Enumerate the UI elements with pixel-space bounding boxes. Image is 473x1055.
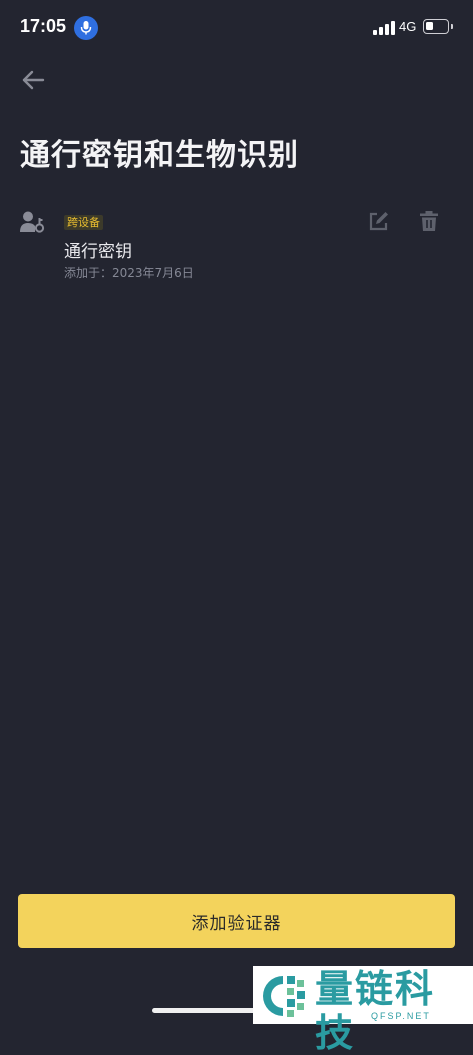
passkey-name: 通行密钥 — [64, 242, 132, 262]
add-authenticator-button[interactable]: 添加验证器 — [18, 894, 455, 948]
network-type: 4G — [399, 19, 417, 34]
edit-icon — [369, 212, 388, 231]
watermark-site: QFSP.NET — [371, 1011, 431, 1021]
trash-icon — [420, 211, 438, 231]
status-time: 17:05 — [20, 16, 67, 36]
cross-device-tag: 跨设备 — [64, 215, 103, 230]
passkey-item: 跨设备 通行密钥 添加于：2023年7月6日 — [0, 200, 473, 290]
back-button[interactable] — [18, 66, 48, 94]
watermark: 量链科技 QFSP.NET — [253, 966, 473, 1055]
microphone-icon — [74, 16, 98, 40]
passkey-added-date: 添加于：2023年7月6日 — [64, 266, 194, 280]
signal-strength-icon — [373, 21, 395, 35]
edit-button[interactable] — [368, 210, 392, 234]
battery-icon — [423, 19, 449, 34]
arrow-left-icon — [22, 70, 45, 90]
delete-button[interactable] — [418, 210, 442, 234]
battery-cap — [451, 24, 453, 29]
passkey-user-icon — [20, 211, 45, 233]
page-title: 通行密钥和生物识别 — [20, 138, 299, 173]
status-bar: 17:05 4G — [0, 0, 473, 56]
watermark-logo-icon — [263, 976, 305, 1017]
